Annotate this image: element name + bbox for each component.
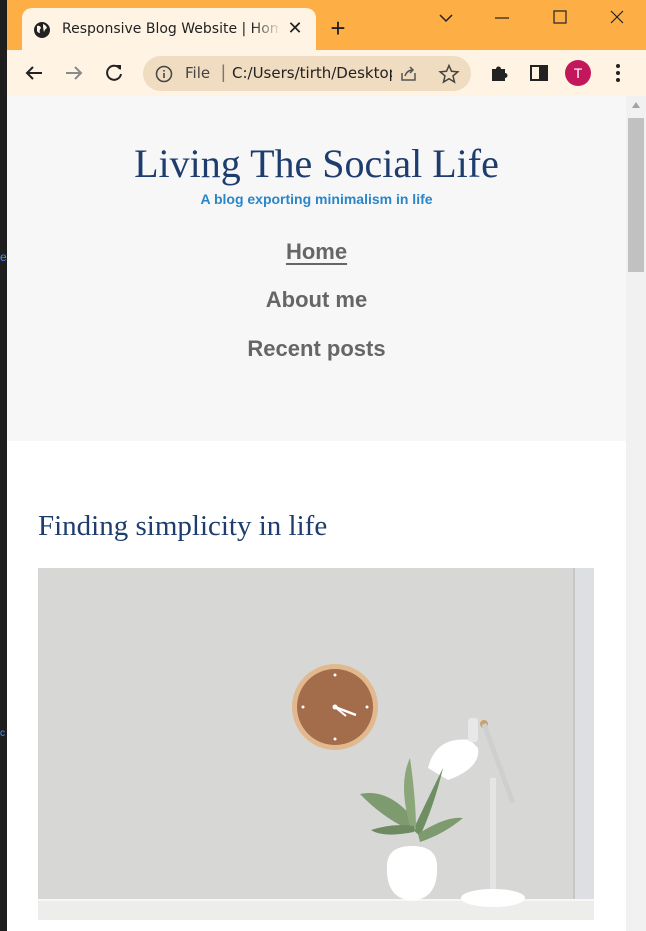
- nav-link-home[interactable]: Home: [286, 239, 347, 264]
- new-tab-button[interactable]: +: [324, 14, 352, 42]
- puzzle-icon[interactable]: [485, 59, 513, 87]
- url-separator: |: [221, 62, 226, 82]
- tab-title: Responsive Blog Website | Home: [62, 21, 278, 37]
- background-glyph: e: [0, 250, 7, 264]
- tab-close-button[interactable]: ✕: [284, 17, 306, 39]
- url-scheme: File: [185, 64, 211, 82]
- kebab-menu-icon[interactable]: [604, 59, 632, 87]
- url-text: C:/Users/tirth/Desktop/Blog/index.html: [232, 64, 392, 82]
- nav-item-about: About me: [7, 286, 626, 314]
- page-viewport: Living The Social Life A blog exporting …: [7, 96, 626, 931]
- avatar[interactable]: T: [565, 60, 591, 86]
- share-icon[interactable]: [399, 64, 419, 84]
- post-image: [38, 568, 594, 920]
- minimize-icon[interactable]: [482, 6, 522, 30]
- tab-title-fade: [252, 18, 282, 40]
- vertical-scrollbar[interactable]: [626, 96, 646, 931]
- site-title[interactable]: Living The Social Life: [7, 142, 626, 186]
- nav-item-home: Home: [7, 238, 626, 266]
- scrollbar-thumb[interactable]: [628, 118, 644, 272]
- scroll-up-arrow-icon[interactable]: [632, 102, 640, 108]
- background-glyph: c: [0, 728, 5, 739]
- globe-icon: [34, 22, 50, 38]
- site-header: Living The Social Life A blog exporting …: [7, 96, 626, 441]
- active-tab[interactable]: Responsive Blog Website | Home ✕: [22, 8, 316, 50]
- tab-search-icon[interactable]: [426, 6, 466, 30]
- nav-link-about[interactable]: About me: [266, 287, 367, 312]
- info-icon[interactable]: [155, 65, 173, 83]
- address-bar[interactable]: File | C:/Users/tirth/Desktop/Blog/index…: [143, 56, 471, 91]
- close-window-icon[interactable]: [597, 6, 637, 30]
- back-arrow-icon[interactable]: [20, 59, 48, 87]
- reload-icon[interactable]: [100, 59, 128, 87]
- maximize-icon[interactable]: [540, 6, 580, 30]
- background-editor-strip: e c: [0, 0, 7, 931]
- star-icon[interactable]: [438, 63, 460, 85]
- site-tagline: A blog exporting minimalism in life: [200, 191, 433, 207]
- post-title[interactable]: Finding simplicity in life: [38, 508, 327, 544]
- browser-toolbar: File | C:/Users/tirth/Desktop/Blog/index…: [7, 50, 646, 96]
- forward-arrow-icon[interactable]: [60, 59, 88, 87]
- browser-window: Responsive Blog Website | Home ✕ + File …: [7, 0, 646, 931]
- nav-link-recent-posts[interactable]: Recent posts: [247, 336, 385, 361]
- side-panel-icon[interactable]: [525, 59, 553, 87]
- tab-strip: Responsive Blog Website | Home ✕ +: [7, 0, 646, 50]
- wall-clock: [292, 664, 378, 750]
- nav-item-recent-posts: Recent posts: [7, 335, 626, 363]
